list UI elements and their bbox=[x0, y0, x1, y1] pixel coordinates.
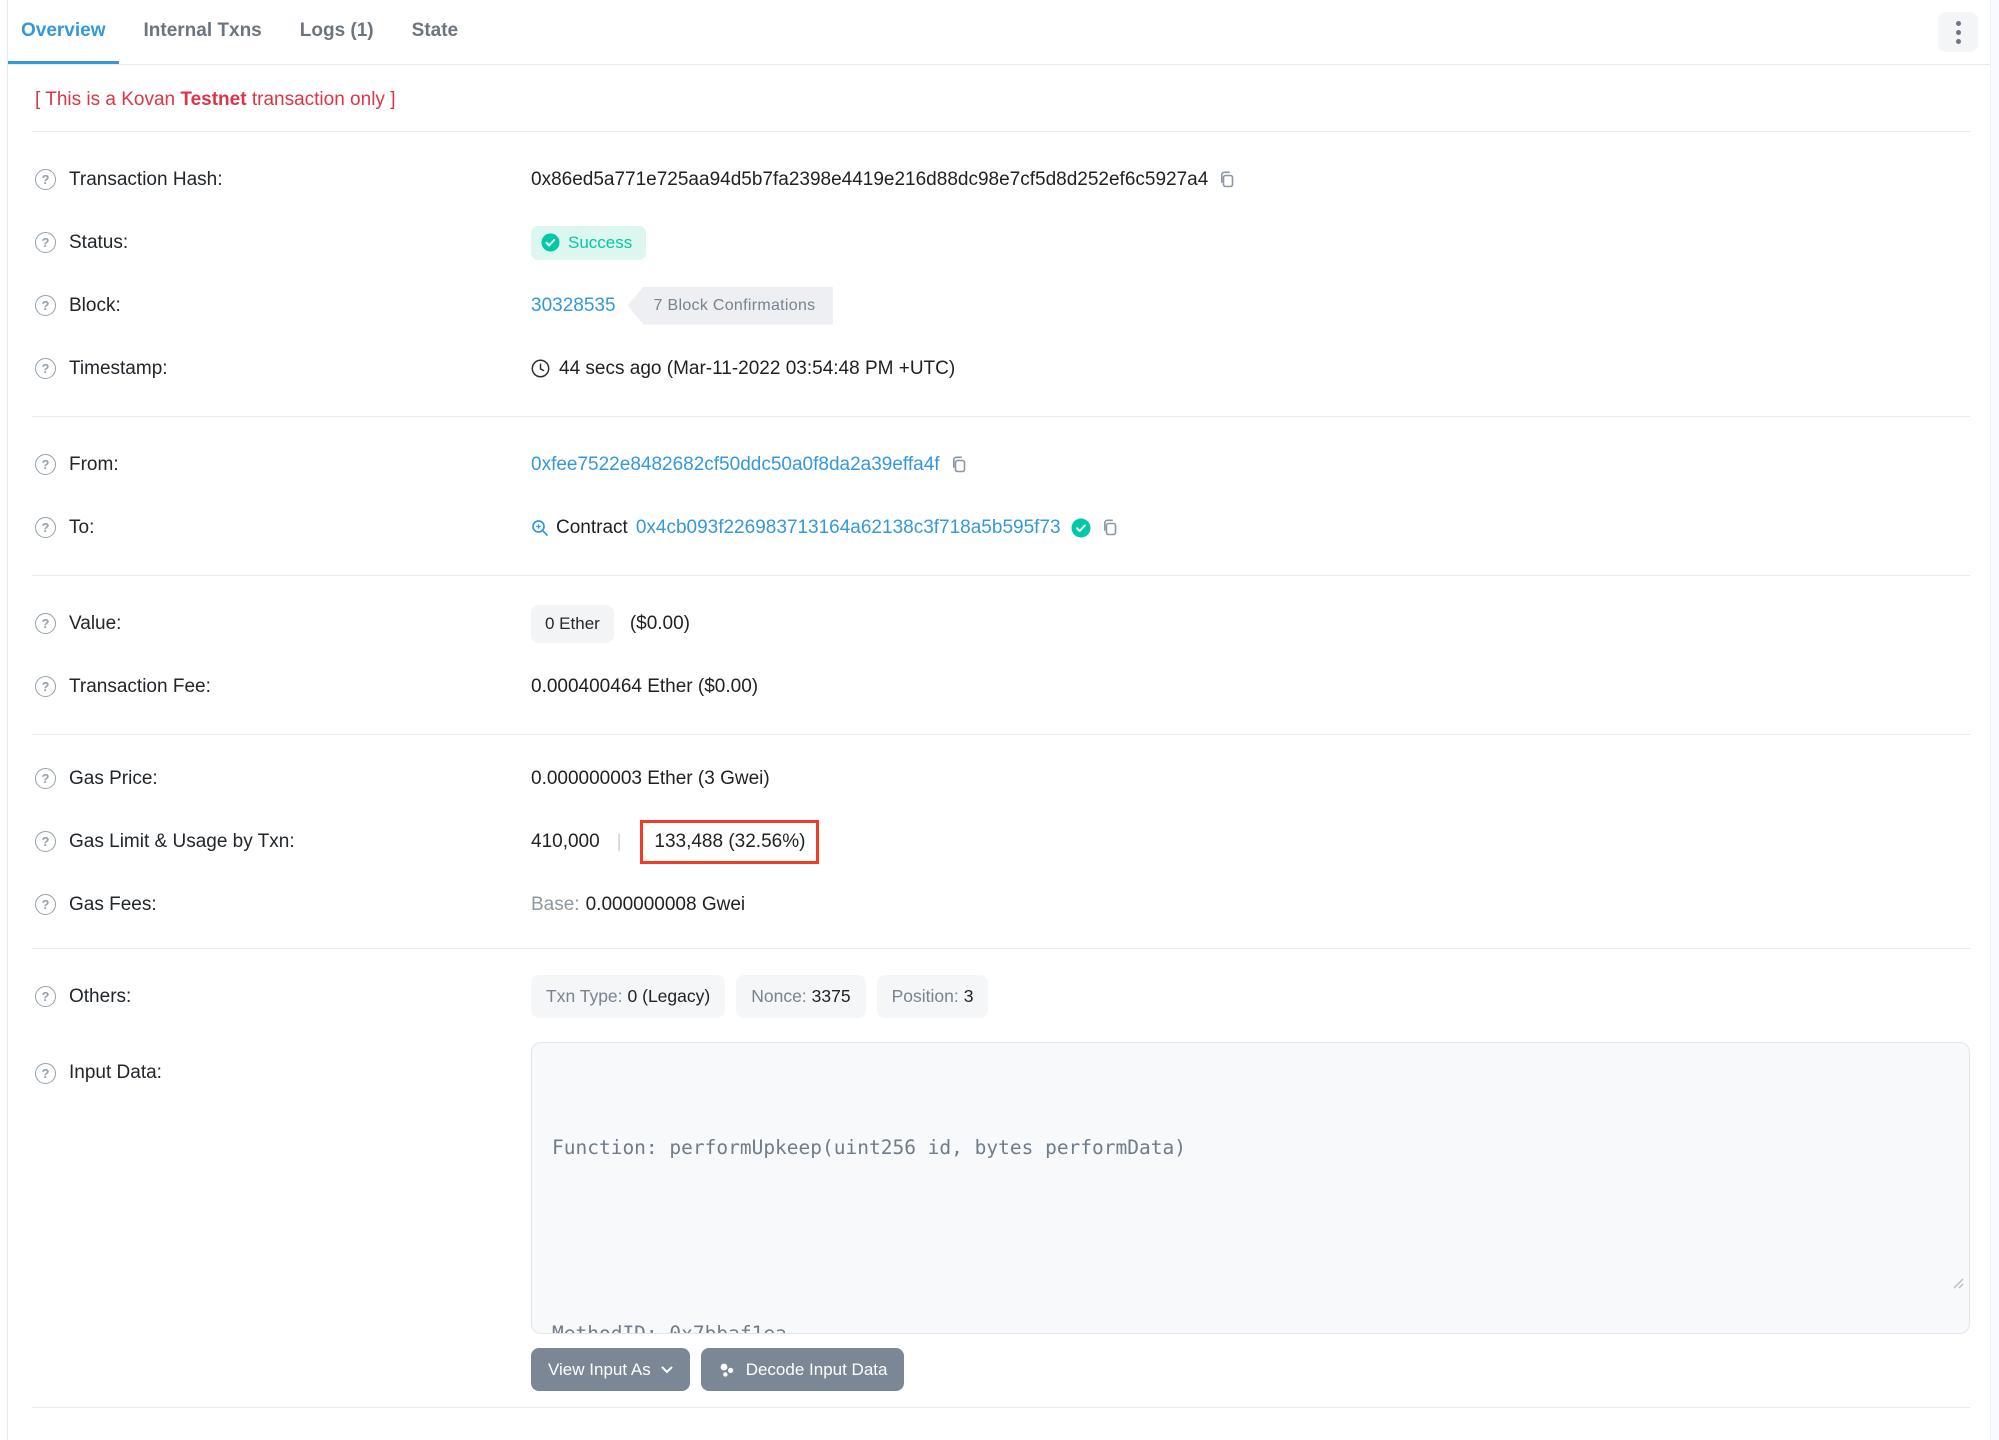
block-label: Block: bbox=[69, 294, 121, 316]
row-block: ? Block: 30328535 7 Block Confirmations bbox=[35, 274, 1970, 337]
section-others-input: ? Others: Txn Type: 0 (Legacy) Nonce: 3375… bbox=[8, 949, 1990, 1407]
help-icon[interactable]: ? bbox=[35, 454, 56, 475]
gas-usage-value: 133,488 (32.56%) bbox=[654, 830, 806, 852]
section-gas: ? Gas Price: 0.000000003 Ether (3 Gwei) … bbox=[8, 735, 1990, 948]
chevron-down-icon bbox=[661, 1366, 673, 1374]
verified-check-icon bbox=[1071, 518, 1091, 538]
decode-icon bbox=[718, 1361, 736, 1379]
status-label: Status: bbox=[69, 231, 129, 253]
row-status: ? Status: Success bbox=[35, 211, 1970, 274]
magnifier-icon[interactable] bbox=[531, 519, 549, 537]
pipe-separator: | bbox=[616, 831, 622, 851]
help-icon[interactable]: ? bbox=[35, 894, 56, 915]
from-address-link[interactable]: 0xfee7522e8482682cf50ddc50a0f8da2a39effa… bbox=[531, 454, 940, 476]
usd-value: ($0.00) bbox=[629, 612, 691, 634]
transaction-fee-value: 0.000400464 Ether ($0.00) bbox=[531, 675, 759, 697]
transaction-fee-label: Transaction Fee: bbox=[69, 675, 211, 697]
copy-icon[interactable] bbox=[1218, 170, 1237, 189]
tab-state[interactable]: State bbox=[399, 0, 471, 64]
others-label: Others: bbox=[69, 985, 132, 1007]
nonce-badge: Nonce: 3375 bbox=[736, 975, 866, 1018]
to-label: To: bbox=[69, 516, 95, 538]
help-icon[interactable]: ? bbox=[35, 676, 56, 697]
row-transaction-fee: ? Transaction Fee: 0.000400464 Ether ($0… bbox=[35, 655, 1970, 718]
timestamp-value: 44 secs ago (Mar-11-2022 03:54:48 PM +UT… bbox=[559, 357, 956, 379]
gas-price-value: 0.000000003 Ether (3 Gwei) bbox=[531, 767, 770, 789]
help-icon[interactable]: ? bbox=[35, 232, 56, 253]
input-actions: View Input As Decode Input Data bbox=[531, 1348, 1970, 1391]
base-fee-label: Base: bbox=[531, 893, 580, 915]
row-timestamp: ? Timestamp: 44 secs ago (Mar-11-2022 03… bbox=[35, 337, 1970, 400]
help-icon[interactable]: ? bbox=[35, 613, 56, 634]
view-input-as-button[interactable]: View Input As bbox=[531, 1348, 690, 1391]
help-icon[interactable]: ? bbox=[35, 517, 56, 538]
block-number-link[interactable]: 30328535 bbox=[531, 295, 616, 317]
row-value: ? Value: 0 Ether ($0.00) bbox=[35, 592, 1970, 655]
gas-price-label: Gas Price: bbox=[69, 767, 158, 789]
status-badge: Success bbox=[531, 225, 647, 260]
copy-icon[interactable] bbox=[1101, 518, 1120, 537]
divider bbox=[32, 1407, 1970, 1408]
tab-overview[interactable]: Overview bbox=[8, 0, 119, 64]
value-label: Value: bbox=[69, 612, 122, 634]
resize-grip[interactable] bbox=[1834, 1236, 1964, 1329]
txn-type-badge: Txn Type: 0 (Legacy) bbox=[531, 975, 726, 1018]
to-contract-kind: Contract bbox=[556, 516, 628, 538]
section-summary: ? Transaction Hash: 0x86ed5a771e725aa94d… bbox=[8, 132, 1990, 416]
tab-bar: Overview Internal Txns Logs (1) State bbox=[8, 0, 1990, 65]
kebab-menu-button[interactable] bbox=[1938, 12, 1978, 52]
row-transaction-hash: ? Transaction Hash: 0x86ed5a771e725aa94d… bbox=[35, 148, 1970, 211]
kebab-icon bbox=[1955, 20, 1961, 26]
row-gas-price: ? Gas Price: 0.000000003 Ether (3 Gwei) bbox=[35, 747, 1970, 810]
section-value: ? Value: 0 Ether ($0.00) ? Transaction F… bbox=[8, 576, 1990, 734]
row-gas-fees: ? Gas Fees: Base: 0.000000008 Gwei bbox=[35, 873, 1970, 936]
help-icon[interactable]: ? bbox=[35, 358, 56, 379]
row-from: ? From: 0xfee7522e8482682cf50ddc50a0f8da… bbox=[35, 433, 1970, 496]
help-icon[interactable]: ? bbox=[35, 768, 56, 789]
row-to: ? To: Contract 0x4cb093f226983713164a621… bbox=[35, 496, 1970, 559]
clock-icon bbox=[531, 359, 550, 378]
help-icon[interactable]: ? bbox=[35, 986, 56, 1007]
check-circle-icon bbox=[541, 233, 560, 252]
annotation-red-box: 133,488 (32.56%) bbox=[640, 819, 820, 864]
section-parties: ? From: 0xfee7522e8482682cf50ddc50a0f8da… bbox=[8, 417, 1990, 575]
input-function-line: Function: performUpkeep(uint256 id, byte… bbox=[552, 1136, 1186, 1159]
gas-fees-label: Gas Fees: bbox=[69, 893, 157, 915]
gas-limit-value: 410,000 bbox=[531, 830, 600, 852]
input-data-textarea[interactable]: Function: performUpkeep(uint256 id, byte… bbox=[531, 1042, 1970, 1334]
help-icon[interactable]: ? bbox=[35, 831, 56, 852]
help-icon[interactable]: ? bbox=[35, 169, 56, 190]
help-icon[interactable]: ? bbox=[35, 295, 56, 316]
from-label: From: bbox=[69, 453, 119, 475]
help-icon[interactable]: ? bbox=[35, 1062, 56, 1084]
decode-input-data-button[interactable]: Decode Input Data bbox=[700, 1348, 905, 1391]
tab-internal-txns[interactable]: Internal Txns bbox=[131, 0, 275, 64]
copy-icon[interactable] bbox=[950, 455, 969, 474]
tab-logs[interactable]: Logs (1) bbox=[287, 0, 387, 64]
ether-value-badge: 0 Ether bbox=[531, 604, 614, 643]
gas-limit-label: Gas Limit & Usage by Txn: bbox=[69, 830, 295, 852]
to-address-link[interactable]: 0x4cb093f226983713164a62138c3f718a5b595f… bbox=[636, 517, 1061, 539]
page-scrollbar-gutter[interactable] bbox=[1990, 0, 1999, 1440]
transaction-card: Overview Internal Txns Logs (1) State [ … bbox=[7, 0, 1991, 1440]
position-badge: Position: 3 bbox=[876, 975, 989, 1018]
block-confirmations-badge: 7 Block Confirmations bbox=[627, 286, 834, 325]
testnet-notice: [ This is a Kovan Testnet transaction on… bbox=[35, 89, 396, 110]
transaction-hash-label: Transaction Hash: bbox=[69, 168, 223, 190]
transaction-hash-value: 0x86ed5a771e725aa94d5b7fa2398e4419e216d8… bbox=[531, 168, 1209, 190]
input-data-label: Input Data: bbox=[69, 1062, 162, 1083]
row-input-data: ? Input Data: Function: performUpkeep(ui… bbox=[35, 1042, 1970, 1334]
base-fee-value: 0.000000008 Gwei bbox=[585, 893, 746, 915]
input-methodid-line: MethodID: 0x7bbaf1ea bbox=[552, 1322, 787, 1334]
row-gas-limit-usage: ? Gas Limit & Usage by Txn: 410,000 | 13… bbox=[35, 810, 1970, 873]
timestamp-label: Timestamp: bbox=[69, 357, 168, 379]
tabbar-spacer bbox=[483, 0, 1938, 64]
row-others: ? Others: Txn Type: 0 (Legacy) Nonce: 3375… bbox=[35, 965, 1970, 1028]
